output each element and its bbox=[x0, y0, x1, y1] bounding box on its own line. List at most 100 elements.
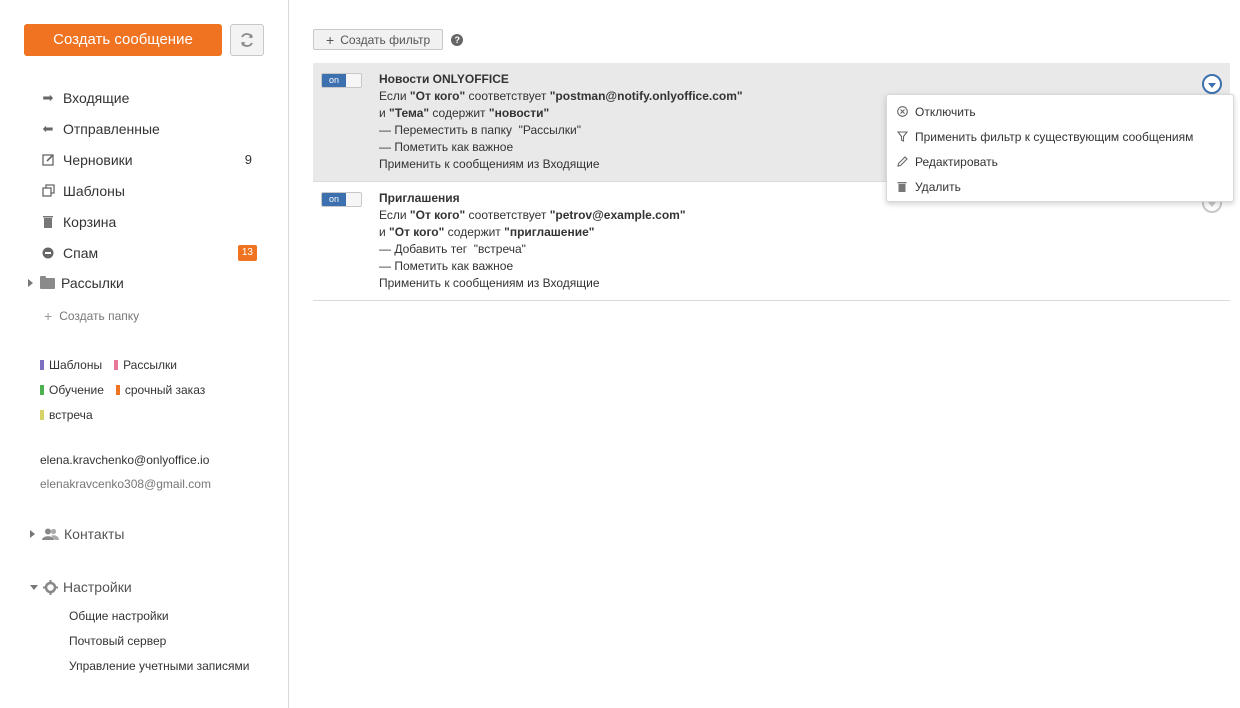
folder-inbox[interactable]: ➡ Входящие bbox=[40, 82, 260, 113]
menu-item-delete[interactable]: Удалить bbox=[887, 174, 1233, 199]
tag-color-swatch bbox=[40, 409, 44, 420]
menu-item-label: Редактировать bbox=[915, 154, 998, 169]
create-filter-button[interactable]: + Создать фильтр bbox=[313, 29, 444, 50]
condition-value: "приглашение" bbox=[504, 225, 595, 239]
refresh-button[interactable] bbox=[230, 24, 264, 56]
spam-count-badge: 13 bbox=[237, 244, 257, 261]
pencil-square-icon bbox=[40, 153, 56, 167]
tag-color-swatch bbox=[40, 384, 44, 395]
tag-mailings[interactable]: Рассылки bbox=[114, 358, 177, 372]
folder-label: Шаблоны bbox=[63, 182, 125, 199]
filter-menu-button[interactable] bbox=[1202, 74, 1222, 94]
plus-icon: + bbox=[326, 31, 335, 48]
tag-training[interactable]: Обучение bbox=[40, 383, 104, 397]
toggle-on-label: on bbox=[322, 74, 346, 87]
account-primary[interactable]: elena.kravchenko@onlyoffice.io bbox=[40, 450, 211, 472]
copy-icon bbox=[40, 184, 56, 198]
condition-field: "От кого" bbox=[409, 89, 466, 103]
condition-field: "От кого" bbox=[409, 208, 466, 222]
help-icon[interactable]: ? bbox=[451, 33, 464, 46]
condition-value: "postman@notify.onlyoffice.com" bbox=[549, 89, 743, 103]
filter-action: — Пометить как важное bbox=[379, 259, 514, 273]
condition-value: "petrov@example.com" bbox=[549, 208, 686, 222]
expand-arrow-icon[interactable] bbox=[30, 530, 35, 538]
contacts-section[interactable]: Контакты bbox=[30, 526, 124, 542]
minus-circle-icon bbox=[40, 246, 56, 260]
settings-accounts[interactable]: Управление учетными записями bbox=[69, 654, 249, 679]
tag-list: Шаблоны Рассылки Обучение срочный заказ … bbox=[40, 352, 280, 427]
settings-section[interactable]: Настройки bbox=[30, 579, 132, 595]
disable-circle-icon bbox=[896, 106, 908, 118]
tag-urgent-order[interactable]: срочный заказ bbox=[115, 382, 206, 397]
settings-label: Настройки bbox=[63, 579, 132, 595]
trash-icon bbox=[40, 215, 56, 229]
gear-icon bbox=[43, 579, 58, 595]
expand-arrow-icon[interactable] bbox=[28, 279, 33, 287]
settings-mail-server[interactable]: Почтовый сервер bbox=[69, 629, 249, 654]
tag-label: Обучение bbox=[49, 382, 104, 397]
create-folder-link[interactable]: + Создать папку bbox=[44, 308, 139, 324]
create-folder-label: Создать папку bbox=[59, 309, 140, 323]
compose-button[interactable]: Создать сообщение bbox=[24, 24, 222, 56]
menu-item-label: Применить фильтр к существующим сообщени… bbox=[915, 129, 1194, 144]
contacts-label: Контакты bbox=[64, 526, 125, 542]
condition-field: "Тема" bbox=[389, 106, 430, 120]
condition-field: "От кого" bbox=[389, 225, 445, 239]
folder-label: Корзина bbox=[63, 213, 117, 230]
filter-condition: Если "От кого" соответствует "petrov@exa… bbox=[379, 207, 1230, 224]
account-list: elena.kravchenko@onlyoffice.io elenakrav… bbox=[40, 450, 211, 494]
menu-item-edit[interactable]: Редактировать bbox=[887, 149, 1233, 174]
chevron-down-icon bbox=[1208, 201, 1216, 207]
settings-list: Общие настройки Почтовый сервер Управлен… bbox=[69, 604, 249, 679]
condition-operator: соответствует bbox=[468, 208, 547, 222]
tag-templates[interactable]: Шаблоны bbox=[40, 358, 102, 372]
filter-actions-menu: Отключить Применить фильтр к существующи… bbox=[886, 94, 1234, 202]
condition-operator: соответствует bbox=[468, 89, 547, 103]
condition-prefix: и bbox=[379, 106, 386, 120]
mailings-label: Рассылки bbox=[61, 275, 124, 291]
menu-item-label: Удалить bbox=[915, 179, 961, 194]
condition-operator: содержит bbox=[447, 225, 501, 239]
tag-color-swatch bbox=[40, 359, 44, 370]
folder-label: Отправленные bbox=[63, 120, 160, 137]
folder-spam[interactable]: Спам 13 bbox=[40, 237, 260, 268]
condition-prefix: и bbox=[379, 225, 386, 239]
folder-label: Входящие bbox=[63, 89, 130, 106]
tag-label: Шаблоны bbox=[49, 357, 103, 372]
folder-trash[interactable]: Корзина bbox=[40, 206, 260, 237]
inbox-arrow-icon: ➡ bbox=[42, 89, 54, 105]
folder-mailings[interactable]: Рассылки bbox=[28, 270, 124, 296]
tag-label: срочный заказ bbox=[124, 382, 206, 397]
menu-item-apply-filter[interactable]: Применить фильтр к существующим сообщени… bbox=[887, 124, 1233, 149]
folder-list: ➡ Входящие ⬅ Отправленные Черновики 9 Ша… bbox=[40, 82, 260, 268]
filter-toggle[interactable]: on bbox=[321, 73, 362, 88]
filter-toolbar: + Создать фильтр ? bbox=[313, 29, 464, 50]
filter-title: Новости ONLYOFFICE bbox=[379, 72, 509, 86]
plus-icon: + bbox=[44, 308, 53, 324]
condition-prefix: Если bbox=[379, 208, 407, 222]
filter-action: — Добавить тег "встреча" bbox=[379, 242, 526, 256]
refresh-icon bbox=[241, 33, 253, 47]
folder-drafts[interactable]: Черновики 9 bbox=[40, 144, 260, 175]
tag-meeting[interactable]: встреча bbox=[40, 408, 93, 422]
condition-operator: содержит bbox=[432, 106, 486, 120]
folder-templates[interactable]: Шаблоны bbox=[40, 175, 260, 206]
condition-value: "новости" bbox=[488, 106, 550, 120]
menu-item-disable[interactable]: Отключить bbox=[887, 99, 1233, 124]
condition-prefix: Если bbox=[379, 89, 407, 103]
contacts-icon bbox=[42, 528, 59, 540]
toggle-on-label: on bbox=[322, 193, 346, 206]
reply-icon: ⬅ bbox=[42, 120, 54, 136]
folder-sent[interactable]: ⬅ Отправленные bbox=[40, 113, 260, 144]
collapse-arrow-icon[interactable] bbox=[30, 584, 38, 590]
account-secondary[interactable]: elenakravcenko308@gmail.com bbox=[40, 472, 211, 494]
toggle-off-track bbox=[346, 74, 361, 87]
create-filter-label: Создать фильтр bbox=[340, 32, 431, 47]
trash-icon bbox=[896, 181, 908, 193]
filter-apply-scope: Применить к сообщениям из Входящие bbox=[379, 276, 600, 290]
menu-item-label: Отключить bbox=[915, 104, 976, 119]
settings-general[interactable]: Общие настройки bbox=[69, 604, 249, 629]
funnel-icon bbox=[896, 131, 908, 143]
chevron-down-icon bbox=[1208, 82, 1216, 88]
filter-toggle[interactable]: on bbox=[321, 192, 362, 207]
